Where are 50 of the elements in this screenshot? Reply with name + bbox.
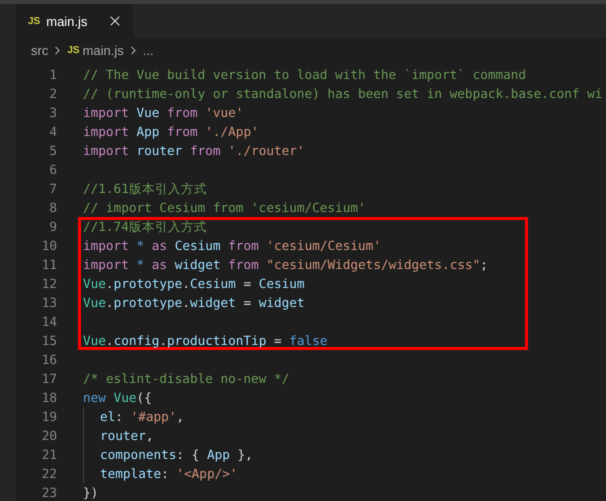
line-number: 2 bbox=[48, 85, 57, 103]
line-number: 7 bbox=[48, 180, 57, 198]
tab-label: main.js bbox=[46, 14, 88, 28]
code-line: }) bbox=[83, 484, 98, 501]
code-line: // The Vue build version to load with the `import` command bbox=[83, 66, 526, 84]
line-number: 23 bbox=[40, 484, 57, 501]
code-line: // (runtime-only or standalone) has been set in webpack.base.conf wi bbox=[83, 85, 602, 103]
code-line: Vue.config.productionTip = false bbox=[83, 332, 328, 350]
line-number: 17 bbox=[40, 370, 57, 388]
code-line: Vue.prototype.widget = widget bbox=[83, 294, 305, 312]
line-number: 6 bbox=[48, 161, 57, 179]
line-number: 14 bbox=[40, 313, 57, 331]
line-number: 8 bbox=[48, 199, 57, 217]
line-number: 11 bbox=[40, 256, 57, 274]
code-line: import * as widget from "cesium/Widgets/widgets.css"; bbox=[83, 256, 488, 274]
code-line: template: '<App/>' bbox=[100, 465, 238, 483]
code-line: import Vue from 'vue' bbox=[83, 104, 244, 122]
line-number: 15 bbox=[40, 332, 57, 350]
line-number: 4 bbox=[48, 123, 57, 141]
js-file-icon: JS bbox=[67, 44, 80, 56]
code-line: //1.61版本引入方式 bbox=[83, 180, 207, 198]
code-line: router, bbox=[100, 427, 154, 445]
line-number: 1 bbox=[48, 66, 57, 84]
code-line: new Vue({ bbox=[83, 389, 152, 407]
line-number: 16 bbox=[40, 351, 57, 369]
code-line: /* eslint-disable no-new */ bbox=[83, 370, 290, 388]
line-number: 9 bbox=[48, 218, 57, 236]
code-line: Vue.prototype.Cesium = Cesium bbox=[83, 275, 305, 293]
js-file-icon: JS bbox=[28, 16, 40, 26]
breadcrumb-file[interactable]: main.js bbox=[82, 42, 124, 58]
code-line: import router from './router' bbox=[83, 142, 305, 160]
code-line: import * as Cesium from 'cesium/Cesium' bbox=[83, 237, 381, 255]
breadcrumb-folder[interactable]: src bbox=[31, 42, 48, 58]
code-line: components: { App }, bbox=[100, 446, 253, 464]
line-number: 20 bbox=[40, 427, 57, 445]
line-number: 22 bbox=[40, 465, 57, 483]
line-number: 21 bbox=[40, 446, 57, 464]
line-number: 12 bbox=[40, 275, 57, 293]
code-line: //1.74版本引入方式 bbox=[83, 218, 207, 236]
line-number: 18 bbox=[40, 389, 57, 407]
line-number: 5 bbox=[48, 142, 57, 160]
line-number: 19 bbox=[40, 408, 57, 426]
breadcrumb-symbols[interactable]: ... bbox=[142, 42, 154, 58]
editor-tab[interactable]: JS main.js bbox=[15, 4, 133, 38]
code-line: // import Cesium from 'cesium/Cesium' bbox=[83, 199, 366, 217]
code-line: import App from './App' bbox=[83, 123, 259, 141]
code-line: el: '#app', bbox=[100, 408, 184, 426]
line-number: 13 bbox=[40, 294, 57, 312]
line-number: 10 bbox=[40, 237, 57, 255]
line-number: 3 bbox=[48, 104, 57, 122]
